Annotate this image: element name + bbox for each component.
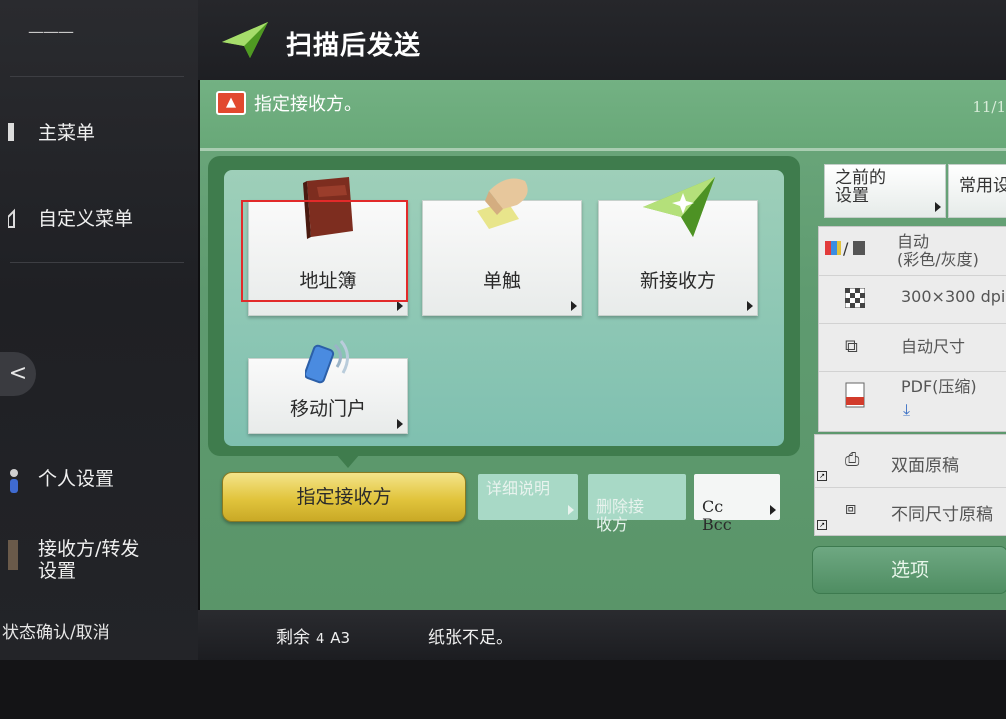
- person-icon: [8, 467, 24, 493]
- arrow-icon: [397, 419, 403, 429]
- scan-size-icon: ⧉: [845, 336, 858, 357]
- arrow-icon: [568, 505, 574, 515]
- one-touch-label: 单触: [482, 270, 521, 292]
- status-confirm-cancel-button[interactable]: 状态确认/取消: [2, 618, 110, 643]
- forward-settings-icon: [8, 538, 24, 570]
- cc-bcc-label: Cc Bcc: [702, 497, 732, 534]
- sidebar-collapse-button[interactable]: <: [0, 352, 36, 396]
- custom-menu-icon: [7, 207, 24, 229]
- file-format-value: PDF(压缩): [901, 377, 977, 396]
- sidebar-item-label: 个人设置: [38, 468, 115, 490]
- scan-size-setting[interactable]: ⧉ 自动尺寸: [819, 323, 1006, 372]
- selection-highlight: [241, 200, 408, 302]
- arrow-icon: [571, 301, 577, 311]
- sidebar-item-label: 自定义菜单: [38, 208, 134, 230]
- message-bar: ▲ 指定接收方。 11/1: [200, 80, 1006, 151]
- one-touch-button[interactable]: 单触: [422, 178, 582, 316]
- favorite-settings-label: 常用设: [959, 176, 1006, 196]
- mixed-size-original-setting[interactable]: ⧈ 不同尺寸原稿 ↗: [815, 487, 1006, 534]
- resolution-value: 300×300 dpi: [901, 287, 1006, 306]
- svg-text:/: /: [843, 239, 849, 257]
- mobile-portal-button[interactable]: 移动门户: [248, 340, 408, 434]
- delete-destination-button[interactable]: 删除接 收方: [588, 474, 686, 534]
- sidebar-item-main-menu[interactable]: 主菜单: [8, 118, 95, 145]
- mobile-portal-icon: [305, 340, 349, 384]
- scan-size-value: 自动尺寸: [901, 337, 966, 356]
- duplex-label: 双面原稿: [891, 456, 959, 476]
- paper-plane-icon: [222, 22, 268, 58]
- sidebar-item-custom-menu[interactable]: 自定义菜单: [7, 204, 134, 231]
- duplex-icon: ⎙: [845, 449, 860, 470]
- remaining-count: 4: [316, 632, 325, 647]
- page-title: 扫描后发送: [286, 31, 422, 61]
- expand-icon: ↗: [817, 520, 827, 530]
- color-mode-icon: /: [825, 239, 867, 262]
- page-indicator: 11/1: [972, 98, 1006, 116]
- details-label: 详细说明: [486, 479, 551, 498]
- remaining-paper-indicator: 剩余 4 A3: [276, 623, 350, 648]
- expand-icon: ↗: [817, 471, 827, 481]
- instruction-message: 指定接收方。: [254, 94, 362, 115]
- main-panel: ▲ 指定接收方。 11/1 地址簿 单触 新接收方 移动门户 指定接收方 详细说…: [200, 80, 1006, 610]
- details-button[interactable]: 详细说明: [478, 474, 578, 520]
- mobile-portal-label: 移动门户: [289, 398, 366, 420]
- arrow-icon: [770, 505, 776, 515]
- scan-settings-list: / 自动 (彩色/灰度) 300×300 dpi ⧉ 自动尺寸 PDF(压缩) …: [818, 226, 1006, 432]
- resolution-setting[interactable]: 300×300 dpi: [819, 275, 1006, 324]
- sidebar-item-label: 主菜单: [38, 122, 96, 144]
- header: 扫描后发送: [198, 0, 1006, 80]
- sidebar-item-personal-settings[interactable]: 个人设置: [8, 464, 115, 493]
- sidebar-top-mark: ———: [28, 22, 74, 41]
- divider: [10, 262, 184, 263]
- one-touch-icon: [477, 178, 528, 229]
- resolution-icon: [844, 287, 866, 313]
- original-settings-list: ⎙ 双面原稿 ↗ ⧈ 不同尺寸原稿 ↗: [814, 434, 1006, 536]
- arrow-icon: [935, 202, 941, 212]
- favorite-settings-button[interactable]: 常用设: [948, 164, 1006, 218]
- new-destination-label: 新接收方: [639, 270, 716, 292]
- device-bezel: [0, 660, 1006, 719]
- mixed-size-label: 不同尺寸原稿: [891, 505, 993, 525]
- sidebar-item-dest-forward-settings[interactable]: 接收方/转发 设置: [8, 538, 139, 582]
- file-format-setting[interactable]: PDF(压缩) ⤓: [819, 371, 1006, 432]
- status-bar: 剩余 4 A3 纸张不足。: [198, 610, 1006, 660]
- paper-size: A3: [330, 629, 351, 647]
- options-button[interactable]: 选项: [812, 546, 1006, 594]
- download-icon: ⤓: [903, 400, 911, 419]
- remaining-label: 剩余: [276, 628, 310, 648]
- status-message: 纸张不足。: [428, 628, 513, 648]
- delete-destination-label: 删除接 收方: [596, 497, 645, 534]
- duplex-original-setting[interactable]: ⎙ 双面原稿 ↗: [815, 439, 1006, 485]
- divider: [10, 76, 184, 77]
- arrow-icon: [747, 301, 753, 311]
- sidebar: ——— 主菜单 自定义菜单 < 个人设置 接收方/转发 设置 状态确认/取消: [0, 0, 198, 660]
- previous-settings-label: 之前的 设置: [835, 168, 886, 206]
- previous-settings-button[interactable]: 之前的 设置: [824, 164, 946, 218]
- pointer-icon: [336, 454, 360, 468]
- mixed-size-icon: ⧈: [845, 498, 857, 519]
- pdf-icon: [845, 382, 865, 413]
- arrow-icon: [397, 301, 403, 311]
- copier-screen: ——— 主菜单 自定义菜单 < 个人设置 接收方/转发 设置 状态确认/取消 扫…: [0, 0, 1006, 719]
- warning-icon: ▲: [216, 91, 246, 115]
- paper-plane-icon: [643, 177, 715, 237]
- settings-column: 之前的 设置 常用设 / 自动 (彩色/灰度) 300×300 dpi ⧉ 自动…: [808, 156, 1006, 610]
- home-icon: [8, 121, 24, 143]
- new-destination-button[interactable]: 新接收方: [598, 177, 758, 316]
- specify-destination-button[interactable]: 指定接收方: [222, 472, 466, 522]
- sidebar-item-label: 接收方/转发 设置: [38, 538, 140, 582]
- cc-bcc-button[interactable]: Cc Bcc: [694, 474, 780, 534]
- color-mode-value: 自动 (彩色/灰度): [897, 232, 979, 269]
- color-mode-setting[interactable]: / 自动 (彩色/灰度): [819, 227, 1006, 275]
